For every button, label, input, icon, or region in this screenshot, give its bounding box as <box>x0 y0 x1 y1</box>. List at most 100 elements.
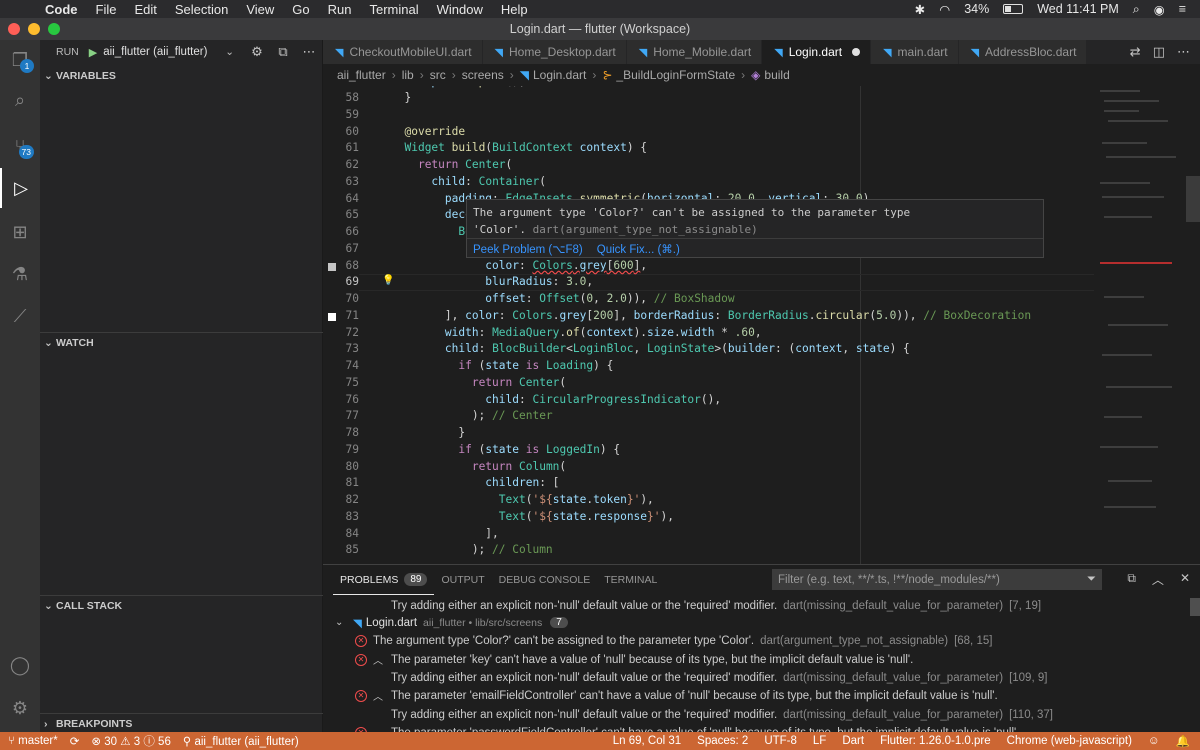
collapse-all-icon[interactable]: ⧉ <box>1127 571 1136 588</box>
minimize-window-button[interactable] <box>28 23 40 35</box>
testing-flask-icon[interactable]: ⚗ <box>0 254 40 294</box>
control-center-icon[interactable]: ≡ <box>1179 2 1186 16</box>
split-editor-icon[interactable]: ◫ <box>1153 44 1165 60</box>
close-window-button[interactable] <box>8 23 20 35</box>
branch-status[interactable]: ⑂ master* <box>8 735 58 747</box>
problem-row[interactable]: ✕ ︿ The parameter 'emailFieldController'… <box>323 686 1185 705</box>
start-debugging-play-icon[interactable]: ▶ <box>89 46 97 59</box>
zoom-window-button[interactable] <box>48 23 60 35</box>
breadcrumb-item[interactable]: Login.dart <box>533 68 586 82</box>
tab-login[interactable]: ◥ Login.dart <box>762 40 872 64</box>
peek-problem-link[interactable]: Peek Problem (⌥F8) <box>473 242 583 256</box>
minimap-line <box>1102 354 1152 356</box>
encoding-status[interactable]: UTF-8 <box>764 735 797 747</box>
breadcrumb-item[interactable]: aii_flutter <box>337 68 386 82</box>
watch-section-header[interactable]: ⌄ WATCH <box>40 332 323 352</box>
problem-row[interactable]: Try adding either an explicit non-'null'… <box>323 705 1185 724</box>
tab-output[interactable]: OUTPUT <box>434 565 491 595</box>
problem-row[interactable]: ✕ ︿ The parameter 'key' can't have a val… <box>323 650 1185 669</box>
language-mode[interactable]: Dart <box>842 735 864 747</box>
tab-terminal[interactable]: TERMINAL <box>597 565 664 595</box>
problems-filter-input[interactable]: Filter (e.g. text, **/*.ts, !**/node_mod… <box>772 569 1102 590</box>
tab-home-desktop[interactable]: ◥ Home_Desktop.dart <box>482 40 627 64</box>
breakpoint-glyph[interactable] <box>328 313 336 321</box>
problems-status[interactable]: ⊗ 30 ⚠ 3 ⓘ 56 <box>91 733 170 749</box>
menu-help[interactable]: Help <box>492 2 537 17</box>
remote-explorer-icon[interactable]: ⟋ <box>0 296 40 336</box>
breadcrumb-item[interactable]: _BuildLoginFormState <box>616 68 735 82</box>
more-actions-icon[interactable]: ⋯ <box>1177 44 1190 60</box>
call-stack-section-header[interactable]: ⌄ CALL STACK <box>40 595 323 615</box>
menu-edit[interactable]: Edit <box>125 2 165 17</box>
breadcrumb-item[interactable]: build <box>764 68 789 82</box>
minimap[interactable] <box>1094 86 1186 564</box>
siri-icon[interactable]: ◉ <box>1154 2 1165 17</box>
tab-debug-console[interactable]: DEBUG CONSOLE <box>492 565 598 595</box>
menu-window[interactable]: Window <box>428 2 492 17</box>
chevron-up-icon[interactable]: ︿ <box>373 652 385 667</box>
feedback-icon[interactable]: ☺ <box>1148 735 1160 747</box>
indentation-status[interactable]: Spaces: 2 <box>697 735 748 747</box>
search-icon[interactable]: ⌕ <box>0 80 40 120</box>
menu-run[interactable]: Run <box>319 2 361 17</box>
minimap-line <box>1106 156 1176 158</box>
open-changes-icon[interactable]: ⇄ <box>1130 44 1141 60</box>
manage-gear-icon[interactable]: ⚙ <box>0 688 40 728</box>
close-panel-icon[interactable]: ✕ <box>1180 571 1190 588</box>
unsaved-dot-icon[interactable] <box>852 48 861 56</box>
debug-target-status[interactable]: ⚲ aii_flutter (aii_flutter) <box>183 734 299 748</box>
menu-view[interactable]: View <box>237 2 283 17</box>
device-selector[interactable]: Chrome (web-javascript) <box>1007 735 1132 747</box>
breadcrumb-item[interactable]: screens <box>462 68 504 82</box>
chevron-up-icon[interactable]: ︿ <box>373 688 385 703</box>
tab-main[interactable]: ◥ main.dart <box>871 40 959 64</box>
wifi-icon[interactable]: ◠ <box>939 2 950 17</box>
breadcrumb-item[interactable]: lib <box>402 68 414 82</box>
flutter-version[interactable]: Flutter: 1.26.0-1.0.pre <box>880 735 991 747</box>
run-debug-icon[interactable]: ▷ <box>0 168 40 208</box>
breakpoints-section-header[interactable]: › BREAKPOINTS <box>40 713 323 733</box>
variables-section-header[interactable]: ⌄ VARIABLES <box>40 66 323 86</box>
tab-home-mobile[interactable]: ◥ Home_Mobile.dart <box>626 40 763 64</box>
app-menu[interactable]: Code <box>36 2 87 17</box>
explorer-icon[interactable]: ❐ 1 <box>0 40 40 80</box>
bluetooth-icon[interactable]: ✱ <box>915 2 925 17</box>
dart-file-icon: ◥ <box>494 46 503 59</box>
menu-clock[interactable]: Wed 11:41 PM <box>1037 2 1119 16</box>
tab-problems[interactable]: PROBLEMS 89 <box>333 565 435 595</box>
chevron-right-icon: › <box>741 68 746 82</box>
maximize-panel-icon[interactable]: ︿ <box>1152 571 1164 588</box>
menu-file[interactable]: File <box>87 2 126 17</box>
menu-selection[interactable]: Selection <box>166 2 237 17</box>
accounts-icon[interactable]: ◯ <box>0 645 40 685</box>
tab-address-bloc[interactable]: ◥ AddressBloc.dart <box>958 40 1088 64</box>
minimap-line <box>1104 110 1139 112</box>
cursor-position[interactable]: Ln 69, Col 31 <box>613 735 681 747</box>
menu-terminal[interactable]: Terminal <box>361 2 428 17</box>
breakpoint-glyph[interactable] <box>328 263 336 271</box>
spotlight-search-icon[interactable]: ⌕ <box>1133 2 1140 17</box>
code-editor[interactable]: 58 59 60 61 62 63 64 65 66 67 68 69 70 7… <box>323 86 1200 564</box>
battery-icon[interactable] <box>1003 4 1024 14</box>
debug-console-icon[interactable]: ⧉ <box>270 44 296 60</box>
more-actions-icon[interactable]: ⋯ <box>296 44 322 60</box>
editor-scrollbar-thumb[interactable] <box>1186 176 1200 222</box>
git-branch-icon: ⑂ <box>8 735 15 747</box>
problem-file-row[interactable]: ⌄ ◥ Login.dart aii_flutter • lib/src/scr… <box>323 613 1185 632</box>
chevron-down-icon[interactable]: ⌄ <box>225 46 234 58</box>
problem-row[interactable]: ✕ The argument type 'Color?' can't be as… <box>323 631 1185 650</box>
sync-icon[interactable]: ⟳ <box>70 734 80 748</box>
tab-checkout-mobile-ui[interactable]: ◥ CheckoutMobileUI.dart <box>323 40 483 64</box>
notifications-bell-icon[interactable]: 🔔 <box>1176 734 1190 748</box>
menu-go[interactable]: Go <box>283 2 318 17</box>
extensions-icon[interactable]: ⊞ <box>0 212 40 252</box>
problem-row[interactable]: Try adding either an explicit non-'null'… <box>323 668 1185 687</box>
panel-scrollbar-thumb[interactable] <box>1190 598 1200 616</box>
quick-fix-link[interactable]: Quick Fix... (⌘.) <box>597 242 680 256</box>
settings-gear-icon[interactable]: ⚙ <box>244 44 270 60</box>
breadcrumb-item[interactable]: src <box>430 68 446 82</box>
source-control-icon[interactable]: ⑂ 73 <box>0 126 40 166</box>
launch-config-select[interactable]: aii_flutter (aii_flutter) <box>103 46 207 58</box>
filter-funnel-icon[interactable]: ⏷ <box>1087 573 1096 586</box>
eol-status[interactable]: LF <box>813 735 826 747</box>
